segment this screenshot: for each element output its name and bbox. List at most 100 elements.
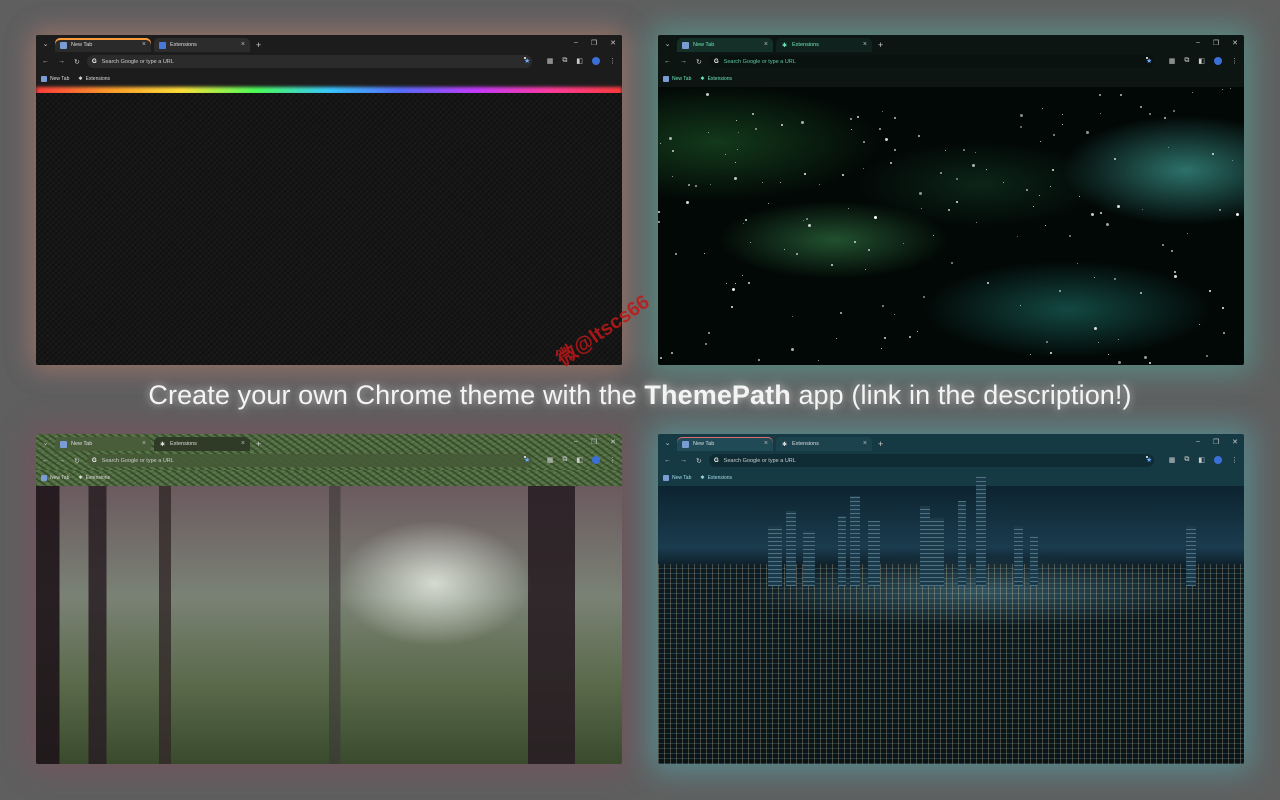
extensions-puzzle-icon[interactable]: ⧉ xyxy=(1184,456,1189,464)
minimize-icon[interactable]: – xyxy=(1196,438,1200,446)
omnibox[interactable]: G Search Google or type a URL ★ xyxy=(87,454,532,467)
back-icon[interactable]: ← xyxy=(664,457,671,464)
bookmark-extensions[interactable]: ✱ Extensions xyxy=(700,475,732,481)
close-tab-icon[interactable]: × xyxy=(863,440,867,447)
star-dot xyxy=(1093,326,1097,330)
tab-search-icon[interactable]: ⌄ xyxy=(40,38,51,49)
new-tab-favicon-icon xyxy=(663,475,669,481)
new-tab-favicon-icon xyxy=(682,41,689,49)
bookmark-new-tab[interactable]: New Tab xyxy=(41,76,69,82)
back-icon[interactable]: ← xyxy=(42,457,49,464)
bookmark-star-icon[interactable]: ★ xyxy=(524,57,530,65)
maximize-icon[interactable]: ❐ xyxy=(591,39,597,47)
extensions-puzzle-icon[interactable]: ⧉ xyxy=(1184,57,1189,65)
tab-new-tab[interactable]: New Tab × xyxy=(677,38,773,52)
star-dot xyxy=(1061,123,1063,125)
star-dot xyxy=(894,148,897,151)
tab-new-tab[interactable]: New Tab × xyxy=(55,38,151,52)
star-dot xyxy=(1044,224,1046,226)
omnibox[interactable]: G Search Google or type a URL ★ xyxy=(709,55,1154,68)
star-dot xyxy=(779,182,781,184)
tab-new-tab[interactable]: New Tab × xyxy=(677,437,773,451)
close-tab-icon[interactable]: × xyxy=(241,41,245,48)
back-icon[interactable]: ← xyxy=(664,58,671,65)
themepath-extension-icon[interactable]: ▦ xyxy=(547,57,554,65)
star-dot xyxy=(725,154,727,156)
new-tab-button[interactable]: + xyxy=(878,40,883,50)
menu-kebab-icon[interactable]: ⋮ xyxy=(609,456,616,464)
reload-icon[interactable]: ↻ xyxy=(696,58,702,66)
close-tab-icon[interactable]: × xyxy=(764,41,768,48)
profile-avatar[interactable] xyxy=(1214,57,1222,65)
headline-app-name: ThemePath xyxy=(644,380,791,410)
tab-extensions[interactable]: ✱ Extensions × xyxy=(776,437,872,451)
tab-search-icon[interactable]: ⌄ xyxy=(662,437,673,448)
menu-kebab-icon[interactable]: ⋮ xyxy=(609,57,616,65)
maximize-icon[interactable]: ❐ xyxy=(1213,438,1219,446)
maximize-icon[interactable]: ❐ xyxy=(591,438,597,446)
reload-icon[interactable]: ↻ xyxy=(696,457,702,465)
tab-extensions[interactable]: Extensions × xyxy=(154,38,250,52)
new-tab-button[interactable]: + xyxy=(878,439,883,449)
themepath-extension-icon[interactable]: ▦ xyxy=(547,456,554,464)
reload-icon[interactable]: ↻ xyxy=(74,457,80,465)
star-dot xyxy=(1113,278,1116,281)
close-tab-icon[interactable]: × xyxy=(764,440,768,447)
minimize-icon[interactable]: – xyxy=(574,39,578,47)
forward-icon[interactable]: → xyxy=(680,457,687,464)
tab-search-icon[interactable]: ⌄ xyxy=(40,437,51,448)
close-tab-icon[interactable]: × xyxy=(142,440,146,447)
extensions-puzzle-icon[interactable]: ⧉ xyxy=(562,456,567,464)
minimize-icon[interactable]: – xyxy=(574,438,578,446)
window-close-icon[interactable]: ✕ xyxy=(1232,438,1238,446)
forward-icon[interactable]: → xyxy=(58,58,65,65)
bookmark-star-icon[interactable]: ★ xyxy=(1146,57,1152,65)
extensions-puzzle-icon[interactable]: ⧉ xyxy=(562,57,567,65)
close-tab-icon[interactable]: × xyxy=(241,440,245,447)
close-tab-icon[interactable]: × xyxy=(142,41,146,48)
bookmark-star-icon[interactable]: ★ xyxy=(1146,456,1152,464)
menu-kebab-icon[interactable]: ⋮ xyxy=(1231,456,1238,464)
bookmark-extensions[interactable]: ✱ Extensions xyxy=(78,475,110,481)
star-dot xyxy=(865,268,867,270)
bookmark-new-tab[interactable]: New Tab xyxy=(663,76,691,82)
bookmark-extensions[interactable]: ✱ Extensions xyxy=(700,76,732,82)
bookmark-new-tab[interactable]: New Tab xyxy=(41,475,69,481)
menu-kebab-icon[interactable]: ⋮ xyxy=(1231,57,1238,65)
tab-new-tab[interactable]: New Tab × xyxy=(55,437,151,451)
reload-icon[interactable]: ↻ xyxy=(74,58,80,66)
bookmark-extensions[interactable]: ✱ Extensions xyxy=(78,76,110,82)
window-close-icon[interactable]: ✕ xyxy=(610,438,616,446)
new-tab-button[interactable]: + xyxy=(256,439,261,449)
back-icon[interactable]: ← xyxy=(42,58,49,65)
profile-avatar[interactable] xyxy=(592,456,600,464)
maximize-icon[interactable]: ❐ xyxy=(1213,39,1219,47)
bookmark-star-icon[interactable]: ★ xyxy=(524,456,530,464)
omnibox[interactable]: G Search Google or type a URL ★ xyxy=(709,454,1154,467)
close-tab-icon[interactable]: × xyxy=(863,41,867,48)
tab-search-icon[interactable]: ⌄ xyxy=(662,38,673,49)
omnibox[interactable]: G Search Google or type a URL ★ xyxy=(87,55,532,68)
profile-avatar[interactable] xyxy=(592,57,600,65)
tab-extensions[interactable]: ✱ Extensions × xyxy=(154,437,250,451)
forward-icon[interactable]: → xyxy=(58,457,65,464)
city-lights xyxy=(658,563,1244,764)
star-dot xyxy=(868,248,871,251)
forward-icon[interactable]: → xyxy=(680,58,687,65)
window-close-icon[interactable]: ✕ xyxy=(1232,39,1238,47)
side-panel-icon[interactable]: ◧ xyxy=(1198,57,1205,65)
profile-avatar[interactable] xyxy=(1214,456,1222,464)
new-tab-button[interactable]: + xyxy=(256,40,261,50)
side-panel-icon[interactable]: ◧ xyxy=(576,456,583,464)
tab-extensions[interactable]: ✱ Extensions × xyxy=(776,38,872,52)
themepath-extension-icon[interactable]: ▦ xyxy=(1169,57,1176,65)
window-close-icon[interactable]: ✕ xyxy=(610,39,616,47)
star-dot xyxy=(1140,292,1143,295)
star-dot xyxy=(1079,196,1081,198)
side-panel-icon[interactable]: ◧ xyxy=(576,57,583,65)
side-panel-icon[interactable]: ◧ xyxy=(1198,456,1205,464)
themepath-extension-icon[interactable]: ▦ xyxy=(1169,456,1176,464)
minimize-icon[interactable]: – xyxy=(1196,39,1200,47)
bookmark-new-tab[interactable]: New Tab xyxy=(663,475,691,481)
star-dot xyxy=(1222,331,1225,334)
